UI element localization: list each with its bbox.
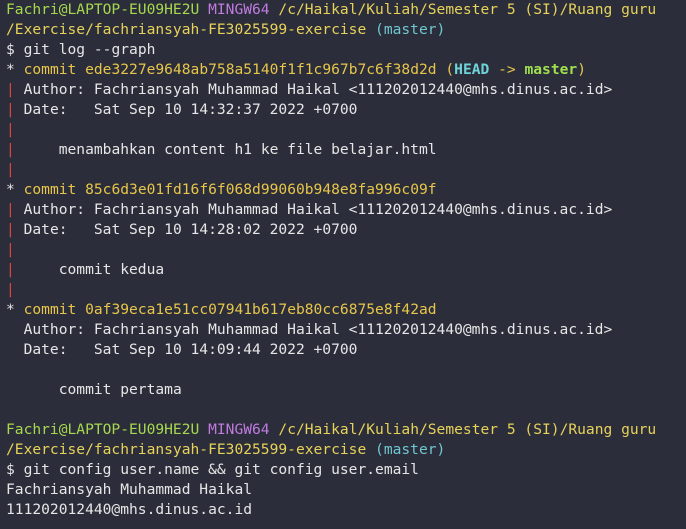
- date-text: Date: Sat Sep 10 14:32:37 2022 +0700: [23, 101, 358, 118]
- graph-line: |: [6, 241, 15, 258]
- message-text: commit kedua: [58, 261, 165, 278]
- commit-header: * commit 85c6d3e01fd16f6f068d99060b948e8…: [6, 180, 437, 200]
- prompt-user-host: Fachri@LAPTOP-EU09HE2U: [6, 1, 200, 18]
- commit-author: | Author: Fachriansyah Muhammad Haikal <…: [6, 200, 612, 220]
- prompt-user-host: Fachri@LAPTOP-EU09HE2U: [6, 421, 200, 438]
- author-text: Author: Fachriansyah Muhammad Haikal <11…: [23, 321, 613, 338]
- ref-close: ): [577, 61, 586, 78]
- commit-message: | menambahkan content h1 ke file belajar…: [6, 140, 437, 160]
- date-text: Date: Sat Sep 10 14:09:44 2022 +0700: [23, 341, 358, 358]
- graph-spacer: |: [6, 240, 15, 260]
- author-text: Author: Fachriansyah Muhammad Haikal <11…: [23, 81, 613, 98]
- graph-line: |: [6, 141, 15, 158]
- commit-author: Author: Fachriansyah Muhammad Haikal <11…: [6, 320, 613, 340]
- prompt-branch: (master): [375, 441, 446, 458]
- prompt-shell: MINGW64: [208, 1, 270, 18]
- prompt-line-continued: /Exercise/fachriansyah-FE3025599-exercis…: [6, 440, 445, 460]
- message-text: commit pertama: [58, 381, 182, 398]
- graph-line: |: [6, 161, 15, 178]
- commit-label: commit: [23, 301, 77, 318]
- commit-label: commit: [23, 61, 77, 78]
- command-text: git config user.name && git config user.…: [23, 461, 419, 478]
- commit-date: Date: Sat Sep 10 14:09:44 2022 +0700: [6, 340, 358, 360]
- ref-open: (: [445, 61, 455, 78]
- prompt-path-continued: /Exercise/fachriansyah-FE3025599-exercis…: [6, 21, 367, 38]
- graph-line: |: [6, 201, 15, 218]
- graph-spacer: |: [6, 120, 15, 140]
- commit-author: | Author: Fachriansyah Muhammad Haikal <…: [6, 80, 612, 100]
- command-text: git log --graph: [23, 41, 156, 58]
- date-text: Date: Sat Sep 10 14:28:02 2022 +0700: [23, 221, 358, 238]
- graph-line: |: [6, 81, 15, 98]
- graph-line: |: [6, 121, 15, 138]
- command-line: $ git log --graph: [6, 40, 155, 60]
- ref-arrow: ->: [498, 61, 516, 78]
- commit-hash: ede3227e9648ab758a5140f1f1c967b7c6f38d2d: [85, 61, 437, 78]
- graph-line: |: [6, 281, 15, 298]
- prompt-path: /c/Haikal/Kuliah/Semester 5 (SI)/Ruang g…: [278, 421, 657, 438]
- prompt-line: Fachri@LAPTOP-EU09HE2U MINGW64 /c/Haikal…: [6, 0, 656, 20]
- prompt-line-continued: /Exercise/fachriansyah-FE3025599-exercis…: [6, 20, 445, 40]
- output-user-name: Fachriansyah Muhammad Haikal: [6, 481, 253, 498]
- graph-node: *: [6, 301, 15, 318]
- terminal-window[interactable]: Fachri@LAPTOP-EU09HE2U MINGW64 /c/Haikal…: [0, 0, 686, 529]
- command-line: $ git config user.name && git config use…: [6, 460, 419, 480]
- prompt-path: /c/Haikal/Kuliah/Semester 5 (SI)/Ruang g…: [278, 1, 657, 18]
- graph-line: |: [6, 101, 15, 118]
- commit-date: | Date: Sat Sep 10 14:32:37 2022 +0700: [6, 100, 357, 120]
- commit-hash: 85c6d3e01fd16f6f068d99060b948e8fa996c09f: [85, 181, 437, 198]
- prompt-symbol: $: [6, 41, 15, 58]
- graph-spacer: |: [6, 160, 15, 180]
- graph-line: |: [6, 221, 15, 238]
- commit-hash: 0af39eca1e51cc07941b617eb80cc6875e8f42ad: [85, 301, 437, 318]
- prompt-line: Fachri@LAPTOP-EU09HE2U MINGW64 /c/Haikal…: [6, 420, 656, 440]
- prompt-path-continued: /Exercise/fachriansyah-FE3025599-exercis…: [6, 441, 367, 458]
- commit-message: | commit kedua: [6, 260, 164, 280]
- branch-ref: master: [524, 61, 578, 78]
- commit-header: * commit 0af39eca1e51cc07941b617eb80cc68…: [6, 300, 437, 320]
- head-ref: HEAD: [454, 61, 490, 78]
- prompt-shell: MINGW64: [208, 421, 270, 438]
- graph-node: *: [6, 181, 15, 198]
- commit-date: | Date: Sat Sep 10 14:28:02 2022 +0700: [6, 220, 357, 240]
- graph-line: |: [6, 261, 15, 278]
- output-user-email: 111202012440@mhs.dinus.ac.id: [6, 501, 253, 518]
- graph-node: *: [6, 61, 15, 78]
- graph-spacer: |: [6, 280, 15, 300]
- commit-label: commit: [23, 181, 77, 198]
- prompt-symbol: $: [6, 461, 15, 478]
- commit-header: * commit ede3227e9648ab758a5140f1f1c967b…: [6, 60, 586, 80]
- message-text: menambahkan content h1 ke file belajar.h…: [58, 141, 437, 158]
- commit-message: commit pertama: [6, 380, 182, 400]
- author-text: Author: Fachriansyah Muhammad Haikal <11…: [23, 201, 613, 218]
- prompt-branch: (master): [375, 21, 446, 38]
